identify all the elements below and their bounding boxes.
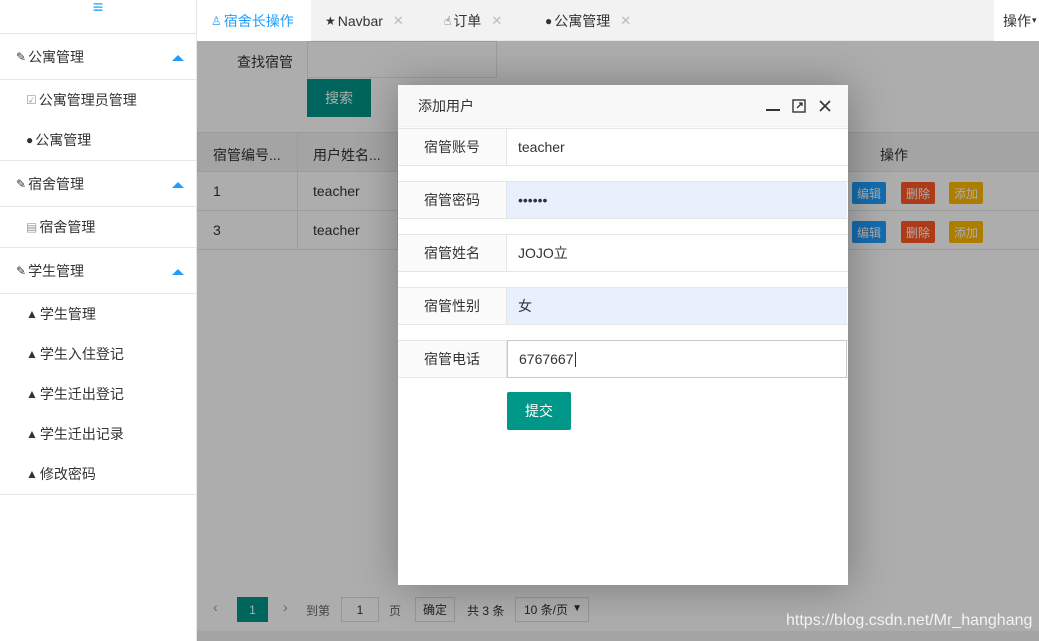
wrench-icon: ✎	[16, 263, 27, 278]
sidebar-sub-student: ▲ 学生管理 ▲ 学生入住登记 ▲ 学生迁出登记 ▲ 学生迁出记录 ▲ 修改密码	[0, 294, 196, 495]
sidebar-group-student[interactable]: ✎ 学生管理	[0, 248, 196, 294]
sidebar-group-dorm[interactable]: ✎ 宿舍管理	[0, 161, 196, 207]
field-label: 宿管密码	[398, 182, 507, 218]
tab-dorm-leader[interactable]: ♙ 宿舍长操作	[197, 0, 311, 41]
sidebar-item-label: 公寓管理	[35, 132, 92, 148]
user-icon: ▲	[26, 427, 38, 441]
tab-label: Navbar	[337, 12, 383, 29]
user-icon: ▲	[26, 467, 38, 481]
tab-label: 订单	[453, 12, 482, 29]
text-cursor	[574, 351, 576, 367]
tab-label: 公寓管理	[554, 12, 611, 29]
dialog-controls	[766, 99, 832, 113]
sidebar-group-label: 公寓管理	[28, 48, 85, 65]
sidebar: ≡ ✎ 公寓管理 ☑ 公寓管理员管理 ● 公寓管理 ✎ 宿舍管理 ▤ 宿舍管理 …	[0, 0, 197, 641]
chevron-up-icon	[172, 55, 184, 61]
menu-icon[interactable]: ≡	[93, 0, 104, 17]
gender-input[interactable]: 女	[507, 288, 847, 324]
chevron-up-icon	[172, 182, 184, 188]
close-icon[interactable]: ✕	[620, 13, 631, 29]
sidebar-item-checkout[interactable]: ▲ 学生迁出登记	[0, 374, 196, 414]
field-password: 宿管密码 ••••••	[398, 181, 848, 219]
menu-toggle[interactable]: ≡	[0, 0, 196, 34]
sidebar-item-label: 学生迁出记录	[39, 426, 124, 442]
tab-orders[interactable]: ☝ 订单 ✕	[444, 0, 502, 41]
user-icon: ●	[545, 13, 553, 28]
user-icon: ▲	[26, 307, 38, 321]
user-icon: ▲	[26, 387, 38, 401]
close-icon[interactable]: ✕	[491, 13, 502, 29]
sidebar-group-label: 学生管理	[28, 262, 85, 279]
field-label: 宿管姓名	[398, 235, 507, 271]
sidebar-item-apartment[interactable]: ● 公寓管理	[0, 120, 196, 160]
maximize-icon[interactable]	[792, 99, 806, 113]
phone-value: 6767667	[519, 351, 574, 367]
field-account: 宿管账号 teacher	[398, 128, 848, 166]
sidebar-sub-dorm: ▤ 宿舍管理	[0, 207, 196, 248]
field-gender: 宿管性别 女	[398, 287, 848, 325]
sidebar-item-student[interactable]: ▲ 学生管理	[0, 294, 196, 334]
watermark: https://blog.csdn.net/Mr_hanghang	[786, 612, 1033, 629]
user-icon: ●	[26, 133, 34, 147]
sidebar-item-change-password[interactable]: ▲ 修改密码	[0, 454, 196, 494]
sidebar-item-label: 宿舍管理	[39, 219, 96, 235]
sidebar-group-apartment[interactable]: ✎ 公寓管理	[0, 34, 196, 80]
sidebar-item-label: 修改密码	[39, 466, 96, 482]
name-input[interactable]: JOJO立	[507, 235, 847, 271]
close-icon[interactable]: ✕	[393, 13, 404, 29]
chevron-down-icon: ▾	[1032, 15, 1037, 25]
document-icon: ▤	[26, 220, 38, 234]
star-icon: ★	[325, 13, 336, 28]
add-user-dialog: 添加用户 宿管账号 teacher 宿管密码 •••••• 宿管姓名 JOJO立…	[398, 85, 848, 585]
sidebar-item-label: 学生管理	[39, 306, 96, 322]
field-label: 宿管电话	[398, 341, 507, 377]
thumbs-up-icon: ☝	[444, 13, 452, 28]
phone-input[interactable]: 6767667	[507, 340, 847, 378]
sidebar-item-label: 学生迁出登记	[39, 386, 124, 402]
tab-bar: ♙ 宿舍长操作 ★ Navbar ✕ ☝ 订单 ✕ ● 公寓管理 ✕ 操作 ▾	[197, 0, 1039, 41]
dialog-header: 添加用户	[398, 85, 848, 127]
field-label: 宿管性别	[398, 288, 507, 324]
sidebar-item-label: 公寓管理员管理	[38, 92, 137, 108]
sidebar-item-label: 学生入住登记	[39, 346, 124, 362]
user-icon: ▲	[26, 347, 38, 361]
password-input[interactable]: ••••••	[507, 182, 847, 218]
edit-icon: ☑	[26, 93, 37, 107]
field-phone: 宿管电话 6767667	[398, 340, 848, 378]
sidebar-item-checkout-records[interactable]: ▲ 学生迁出记录	[0, 414, 196, 454]
tab-label: 宿舍长操作	[223, 12, 294, 29]
minimize-icon[interactable]	[766, 109, 780, 111]
sidebar-item-dorm[interactable]: ▤ 宿舍管理	[0, 207, 196, 247]
user-outline-icon: ♙	[211, 13, 222, 28]
sidebar-item-apartment-admin[interactable]: ☑ 公寓管理员管理	[0, 80, 196, 120]
sidebar-group-label: 宿舍管理	[28, 175, 85, 192]
field-name: 宿管姓名 JOJO立	[398, 234, 848, 272]
wrench-icon: ✎	[16, 176, 27, 191]
submit-button[interactable]: 提交	[507, 392, 571, 430]
tab-apartment[interactable]: ● 公寓管理 ✕	[545, 0, 631, 41]
sidebar-item-checkin[interactable]: ▲ 学生入住登记	[0, 334, 196, 374]
chevron-up-icon	[172, 269, 184, 275]
wrench-icon: ✎	[16, 49, 27, 64]
field-label: 宿管账号	[398, 129, 507, 165]
tab-operations-dropdown[interactable]: 操作 ▾	[994, 0, 1039, 41]
close-icon[interactable]	[818, 99, 832, 113]
sidebar-sub-apartment: ☑ 公寓管理员管理 ● 公寓管理	[0, 80, 196, 161]
dialog-title: 添加用户	[418, 97, 474, 114]
tab-ops-label: 操作	[1003, 12, 1031, 29]
account-input[interactable]: teacher	[507, 129, 847, 165]
tab-navbar[interactable]: ★ Navbar ✕	[325, 0, 404, 41]
